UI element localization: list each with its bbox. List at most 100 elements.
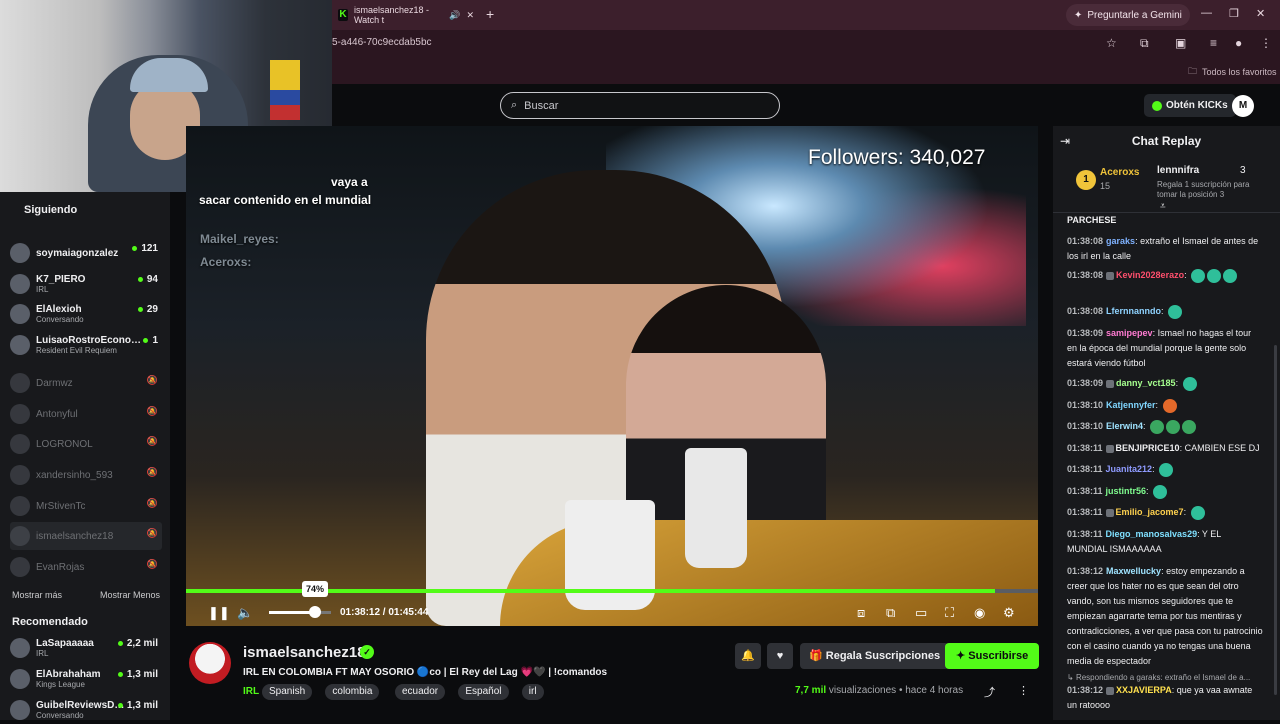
stream-tag[interactable]: ecuador (395, 684, 446, 700)
offline-icon: 🔕 (146, 375, 158, 385)
recommended-channel[interactable]: LaSapaaaaa IRL 2,2 mil (10, 634, 162, 662)
second-gifter-name[interactable]: lennnifra (1157, 165, 1199, 176)
chrome-menu-icon[interactable]: ⋮ (1260, 36, 1272, 50)
channel-text: ismaelsanchez18 (36, 531, 113, 542)
channel-text: Darmwz (36, 378, 73, 389)
emote-icon (1166, 419, 1181, 434)
theater-mode-icon[interactable]: ▭ (915, 605, 927, 621)
message-username[interactable]: XXJAVIERPA (1116, 685, 1172, 695)
message-username[interactable]: Lfernnanndo (1106, 306, 1161, 316)
message-separator: : (1183, 507, 1189, 517)
message-username[interactable]: Juanita212 (1106, 464, 1153, 474)
reply-context: ↳ Respondiendo a garaks: extraño el Isma… (1067, 673, 1251, 682)
volume-slider-fill (269, 611, 315, 614)
follow-heart-icon[interactable]: ♥ (767, 643, 793, 669)
profile-icon[interactable]: ● (1235, 36, 1242, 50)
recommended-channel[interactable]: ElAbrahaham Kings League 1,3 mil (10, 665, 162, 693)
viewer-count: 1 (143, 335, 158, 346)
offline-icon: 🔕 (146, 436, 158, 446)
settings-gear-icon[interactable]: ⚙ (1003, 605, 1015, 621)
sidebar-channel[interactable]: xandersinho_593 🔕 (10, 461, 162, 489)
channel-text: LaSapaaaaa IRL (36, 638, 94, 658)
sidebar-channel[interactable]: Antonyful 🔕 (10, 400, 162, 428)
close-window-icon[interactable]: ✕ (1256, 7, 1265, 20)
chat-message: 01:38:10 Elerwin4: (1067, 419, 1263, 434)
sidebar-channel[interactable]: ismaelsanchez18 🔕 (10, 522, 162, 550)
gift-subs-button[interactable]: 🎁 Regala Suscripciones (800, 643, 950, 669)
cast-icon[interactable]: ▣ (1175, 36, 1186, 50)
tab-audio-icon[interactable]: 🔊 (449, 10, 460, 21)
message-username[interactable]: Katjennyfer (1106, 400, 1156, 410)
address-bar-url[interactable]: 5-a446-70c9ecdab5bc (332, 37, 432, 48)
sidebar-channel[interactable]: K7_PIERO IRL 94 (10, 270, 162, 298)
fullscreen-icon[interactable]: ⛶ (945, 605, 954, 621)
playback-speed-icon[interactable]: ◉ (974, 605, 985, 621)
volume-slider-handle[interactable] (308, 606, 321, 618)
maximize-icon[interactable]: ❐ (1229, 7, 1239, 20)
share-icon[interactable]: ⤴ (984, 684, 995, 700)
message-time: 01:38:11 (1067, 529, 1103, 539)
gemini-button[interactable]: ✦ Preguntarle a Gemini (1066, 4, 1190, 26)
message-username[interactable]: Elerwin4 (1106, 421, 1143, 431)
stream-tag[interactable]: Spanish (262, 684, 313, 700)
view-suffix: visualizaciones (828, 685, 897, 696)
sidebar-channel[interactable]: ElAlexioh Conversando 29 (10, 300, 162, 328)
message-text: estoy empezando a creer que los hater no… (1067, 566, 1263, 666)
volume-icon[interactable]: 🔈 (237, 605, 253, 621)
message-time: 01:38:10 (1067, 400, 1104, 410)
get-kicks-button[interactable]: Obtén KICKs (1144, 94, 1236, 117)
media-control-icon[interactable]: ≡ (1210, 36, 1217, 50)
clip-icon[interactable]: ⧈ (857, 605, 865, 621)
chat-message: 01:38:11 BENJIPRICE10: CAMBIEN ESE DJ (1067, 441, 1263, 456)
offline-icon: 🔕 (146, 498, 158, 508)
view-stats: 7,7 mil visualizaciones • hace 4 horas (795, 685, 963, 696)
bookmark-star-icon[interactable]: ☆ (1106, 36, 1117, 50)
notifications-bell-icon[interactable]: 🔔 (735, 643, 761, 669)
sidebar-channel[interactable]: soymaiagonzalez 121 (10, 239, 162, 267)
stream-tag[interactable]: Español (458, 684, 509, 700)
show-less-link[interactable]: Mostrar Menos (100, 590, 160, 600)
streamer-name[interactable]: ismaelsanchez18 (243, 644, 366, 661)
chat-scrollbar[interactable] (1274, 345, 1277, 695)
channel-category: Kings League (36, 680, 85, 689)
stream-tag[interactable]: irl (521, 684, 544, 700)
top-gifter-name[interactable]: Aceroxs (1100, 167, 1139, 178)
sidebar-channel[interactable]: LuisaoRostroEconom… Resident Evil Requiem… (10, 331, 162, 359)
channel-avatar (10, 557, 30, 577)
channel-text: xandersinho_593 (36, 470, 113, 481)
subscribe-button[interactable]: ✦ Suscribirse (945, 643, 1040, 669)
more-options-icon[interactable]: ⋮ (1018, 684, 1029, 697)
browser-tab[interactable]: K ismaelsanchez18 - Watch t 🔊 ✕ (332, 0, 480, 30)
message-username[interactable]: samipepev (1106, 328, 1153, 338)
sidebar-channel[interactable]: LOGRONOL 🔕 (10, 430, 162, 458)
sidebar-channel[interactable]: MrStivenTc 🔕 (10, 492, 162, 520)
new-tab-icon[interactable]: + (486, 6, 494, 22)
expand-leaderboard-icon[interactable]: ⩡ (1160, 201, 1166, 212)
video-cup (685, 448, 747, 568)
message-separator: : (1155, 400, 1161, 410)
streamer-avatar[interactable] (189, 642, 231, 684)
miniplayer-icon[interactable]: ⧉ (886, 605, 895, 621)
message-username[interactable]: Maxwellucky (1106, 566, 1161, 576)
user-avatar[interactable]: M (1232, 95, 1254, 117)
message-username[interactable]: Kevin2028erazo (1116, 270, 1184, 280)
minimize-icon[interactable]: — (1201, 7, 1212, 19)
extensions-icon[interactable]: ⧉ (1140, 36, 1149, 51)
message-username[interactable]: danny_vct185 (1116, 378, 1176, 388)
message-username[interactable]: BENJIPRICE10 (1116, 443, 1180, 453)
search-bar[interactable]: ⌕ Buscar (500, 92, 780, 119)
video-cup (565, 500, 655, 610)
stream-tag[interactable]: colombia (325, 684, 380, 700)
message-username[interactable]: Emilio_jacome7 (1116, 507, 1184, 517)
message-username[interactable]: Diego_manosalvas29 (1106, 529, 1198, 539)
tab-close-icon[interactable]: ✕ (466, 10, 474, 21)
category-link[interactable]: IRL (243, 686, 259, 697)
sidebar-channel[interactable]: EvanRojas 🔕 (10, 553, 162, 581)
pause-icon[interactable]: ❚❚ (208, 605, 230, 621)
show-more-link[interactable]: Mostrar más (12, 590, 62, 600)
sidebar-channel[interactable]: Darmwz 🔕 (10, 369, 162, 397)
all-bookmarks-button[interactable]: 🗀 Todos los favoritos (1188, 64, 1277, 80)
message-username[interactable]: justintr56 (1106, 486, 1147, 496)
message-username[interactable]: garaks (1106, 236, 1135, 246)
message-time: 01:38:08 (1067, 236, 1104, 246)
